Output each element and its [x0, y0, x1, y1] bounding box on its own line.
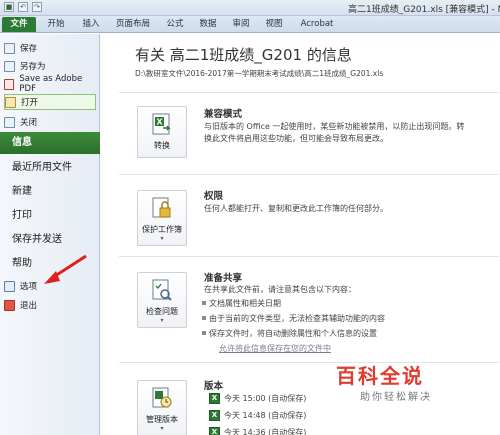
watermark-title: 百科全说: [336, 364, 424, 388]
watermark-subtitle: 助你轻松解决: [360, 392, 432, 403]
watermark-logo: 百科全说 助你轻松解决: [336, 360, 460, 406]
